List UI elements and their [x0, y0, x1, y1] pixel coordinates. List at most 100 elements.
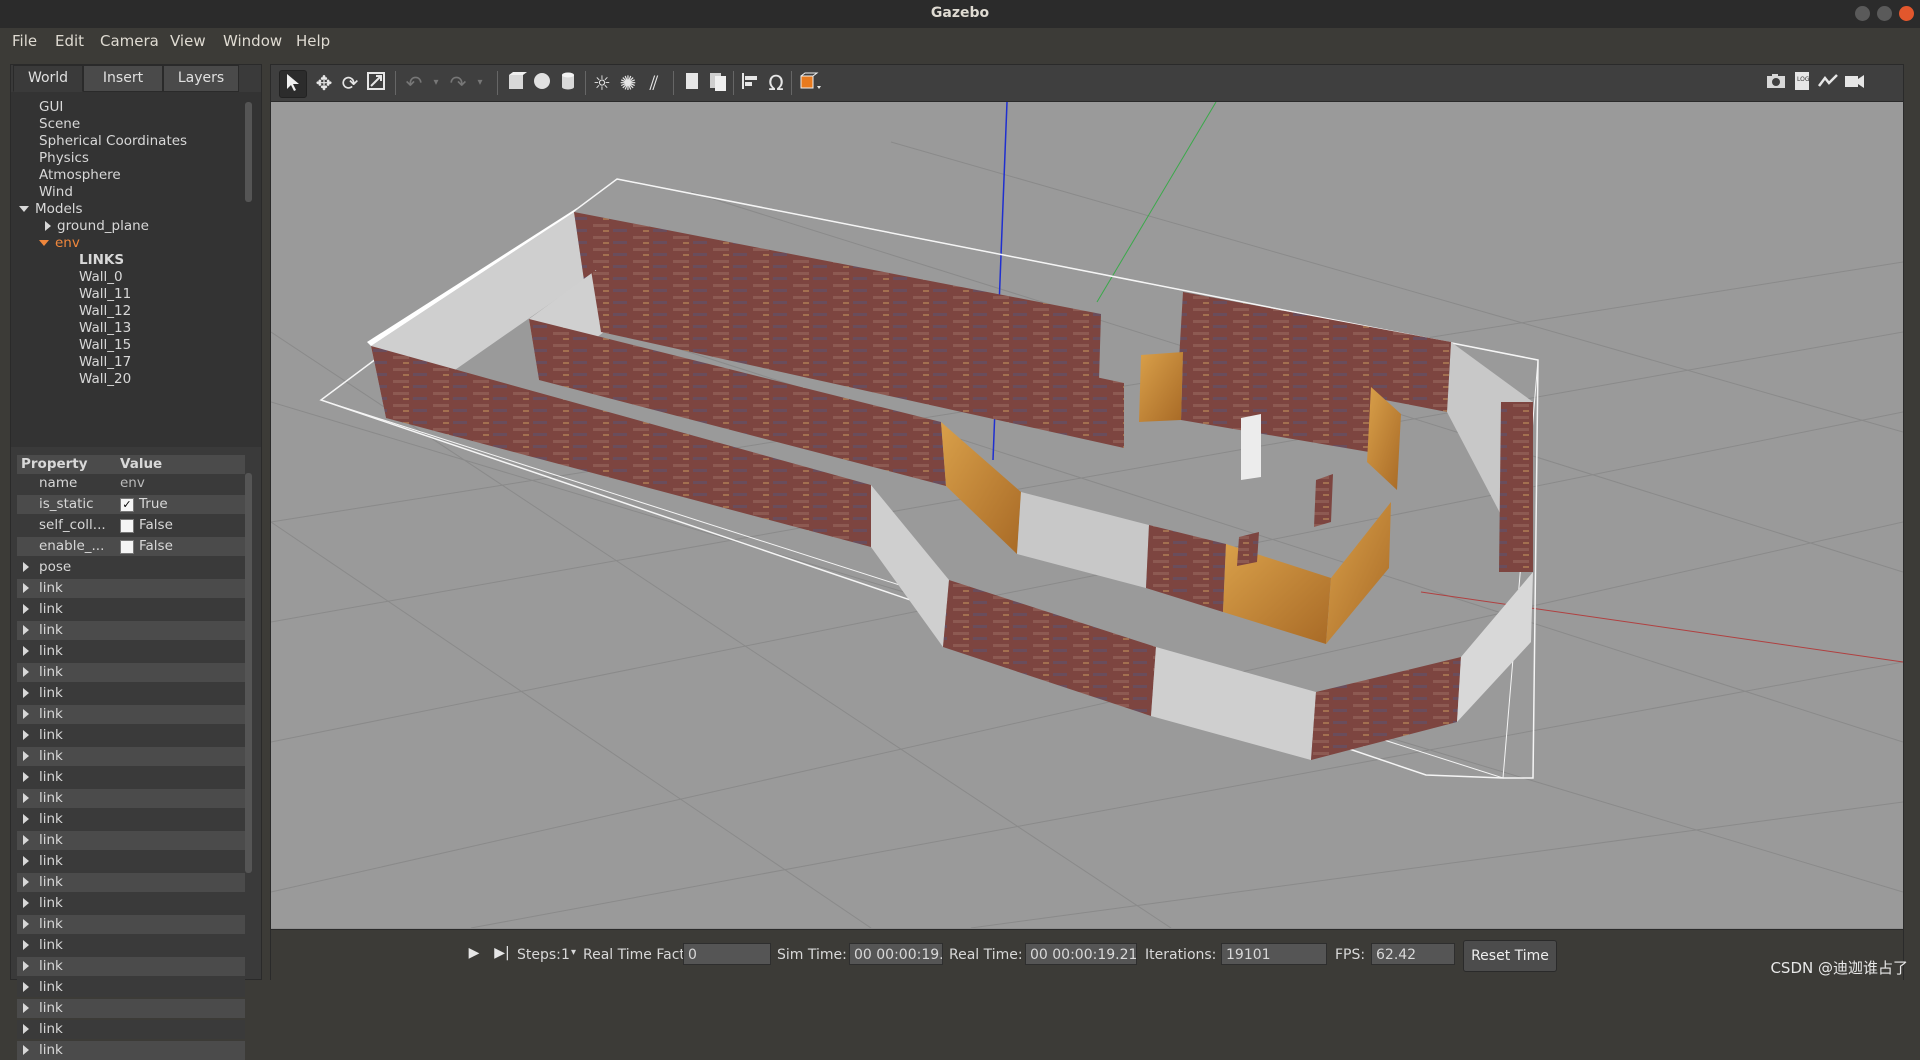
- property-value[interactable]: env: [120, 475, 145, 491]
- tree-link-item[interactable]: Wall_20: [79, 371, 131, 387]
- close-icon[interactable]: [1899, 6, 1914, 21]
- expand-arrow-icon[interactable]: [23, 877, 29, 887]
- view-angle-icon[interactable]: [797, 70, 823, 96]
- expand-arrow-icon[interactable]: [23, 898, 29, 908]
- property-scrollbar[interactable]: [245, 473, 252, 873]
- 3d-viewport[interactable]: [271, 102, 1903, 928]
- menu-camera[interactable]: Camera: [100, 32, 159, 50]
- expand-arrow-icon[interactable]: [23, 940, 29, 950]
- expand-arrow-icon[interactable]: [23, 856, 29, 866]
- point-light-icon[interactable]: ☼: [589, 70, 615, 96]
- tree-link-item[interactable]: Wall_15: [79, 337, 131, 353]
- property-row-link[interactable]: link: [17, 957, 245, 976]
- property-row-link[interactable]: link: [17, 684, 245, 703]
- is-static-checkbox[interactable]: ✓: [120, 498, 134, 512]
- rotate-mode-icon[interactable]: ⟳: [337, 70, 363, 96]
- tab-world[interactable]: World: [13, 65, 83, 92]
- expand-arrow-icon[interactable]: [19, 206, 29, 212]
- property-row-link[interactable]: link: [17, 810, 245, 829]
- steps-value[interactable]: 1: [561, 947, 570, 963]
- menu-file[interactable]: File: [12, 32, 37, 50]
- self-collide-checkbox[interactable]: [120, 519, 134, 533]
- property-row-link[interactable]: link: [17, 831, 245, 850]
- property-row-pose[interactable]: pose: [17, 558, 245, 577]
- collapse-arrow-icon[interactable]: [45, 221, 51, 231]
- expand-arrow-icon[interactable]: [23, 688, 29, 698]
- expand-arrow-icon[interactable]: [23, 961, 29, 971]
- property-row-link[interactable]: link: [17, 915, 245, 934]
- scale-mode-icon[interactable]: [363, 70, 389, 96]
- translate-mode-icon[interactable]: ✥: [311, 70, 337, 96]
- property-row-link[interactable]: link: [17, 726, 245, 745]
- plot-icon[interactable]: [1815, 70, 1841, 96]
- directional-light-icon[interactable]: ⫽: [641, 70, 667, 96]
- expand-arrow-icon[interactable]: [23, 1045, 29, 1055]
- tree-link-item[interactable]: Wall_13: [79, 320, 131, 336]
- expand-arrow-icon[interactable]: [23, 562, 29, 572]
- reset-time-button[interactable]: Reset Time: [1463, 940, 1557, 972]
- expand-arrow-icon[interactable]: [23, 772, 29, 782]
- tree-item-models[interactable]: Models: [19, 201, 83, 217]
- tree-item-spherical-coordinates[interactable]: Spherical Coordinates: [39, 133, 187, 149]
- screenshot-icon[interactable]: [1763, 70, 1789, 96]
- expand-arrow-icon[interactable]: [23, 667, 29, 677]
- property-row-link[interactable]: link: [17, 642, 245, 661]
- tree-scrollbar[interactable]: [245, 102, 252, 202]
- property-row-link[interactable]: link: [17, 747, 245, 766]
- property-row-link[interactable]: link: [17, 1041, 245, 1060]
- enable-wind-checkbox[interactable]: [120, 540, 134, 554]
- property-row-link[interactable]: link: [17, 768, 245, 787]
- tree-item-wind[interactable]: Wind: [39, 184, 73, 200]
- minimize-icon[interactable]: [1855, 6, 1870, 21]
- expand-arrow-icon[interactable]: [23, 751, 29, 761]
- expand-arrow-icon[interactable]: [23, 583, 29, 593]
- tab-insert[interactable]: Insert: [83, 65, 163, 92]
- property-row-link[interactable]: link: [17, 705, 245, 724]
- expand-arrow-icon[interactable]: [39, 240, 49, 246]
- property-row-link[interactable]: link: [17, 894, 245, 913]
- tree-item-ground-plane[interactable]: ground_plane: [45, 218, 149, 234]
- snap-icon[interactable]: Ω: [763, 70, 789, 96]
- expand-arrow-icon[interactable]: [23, 646, 29, 656]
- menu-edit[interactable]: Edit: [55, 32, 84, 50]
- log-icon[interactable]: LOG: [1789, 70, 1815, 96]
- expand-arrow-icon[interactable]: [23, 982, 29, 992]
- tab-layers[interactable]: Layers: [163, 65, 239, 92]
- paste-icon[interactable]: [705, 70, 731, 96]
- tree-link-item[interactable]: Wall_17: [79, 354, 131, 370]
- expand-arrow-icon[interactable]: [23, 1003, 29, 1013]
- select-mode-icon[interactable]: [279, 70, 307, 98]
- expand-arrow-icon[interactable]: [23, 814, 29, 824]
- expand-arrow-icon[interactable]: [23, 625, 29, 635]
- video-record-icon[interactable]: [1841, 70, 1867, 96]
- property-row-link[interactable]: link: [17, 936, 245, 955]
- box-icon[interactable]: [503, 70, 529, 96]
- copy-icon[interactable]: [679, 70, 705, 96]
- property-row-link[interactable]: link: [17, 999, 245, 1018]
- tree-link-item[interactable]: Wall_11: [79, 286, 131, 302]
- property-row-link[interactable]: link: [17, 621, 245, 640]
- align-icon[interactable]: [737, 70, 763, 96]
- tree-item-atmosphere[interactable]: Atmosphere: [39, 167, 121, 183]
- property-row-link[interactable]: link: [17, 663, 245, 682]
- play-icon[interactable]: ▶: [461, 940, 487, 966]
- tree-item-env[interactable]: env: [39, 235, 80, 251]
- property-row-link[interactable]: link: [17, 789, 245, 808]
- tree-item-scene[interactable]: Scene: [39, 116, 80, 132]
- property-row-link[interactable]: link: [17, 873, 245, 892]
- spot-light-icon[interactable]: ✺: [615, 70, 641, 96]
- step-icon[interactable]: ▶|: [489, 940, 515, 966]
- expand-arrow-icon[interactable]: [23, 919, 29, 929]
- tree-link-item[interactable]: Wall_0: [79, 269, 123, 285]
- maximize-icon[interactable]: [1877, 6, 1892, 21]
- tree-item-gui[interactable]: GUI: [39, 99, 63, 115]
- sphere-icon[interactable]: [529, 70, 555, 96]
- redo-dropdown-icon[interactable]: ▾: [467, 70, 493, 96]
- menu-window[interactable]: Window: [223, 32, 282, 50]
- property-row-link[interactable]: link: [17, 852, 245, 871]
- expand-arrow-icon[interactable]: [23, 730, 29, 740]
- expand-arrow-icon[interactable]: [23, 604, 29, 614]
- tree-link-item[interactable]: Wall_12: [79, 303, 131, 319]
- property-row-link[interactable]: link: [17, 579, 245, 598]
- expand-arrow-icon[interactable]: [23, 793, 29, 803]
